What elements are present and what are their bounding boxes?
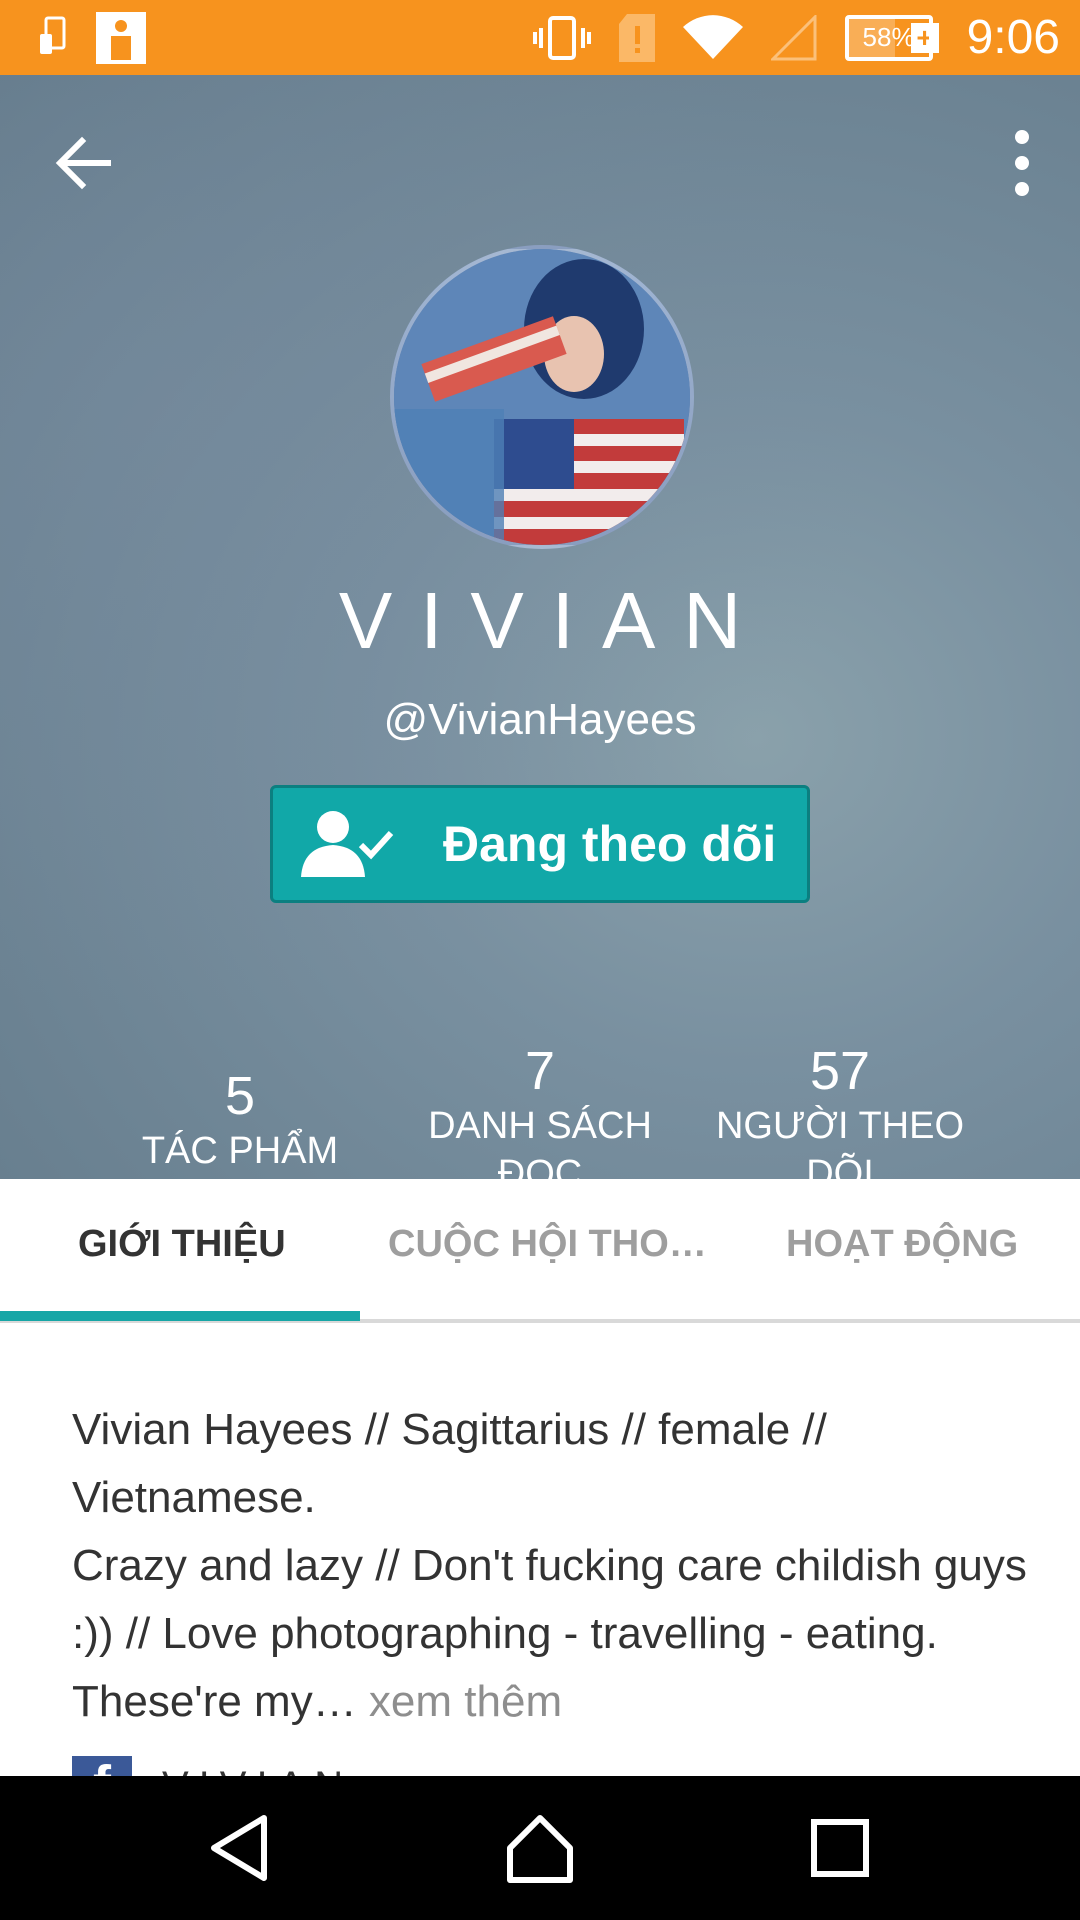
wifi-icon	[682, 14, 743, 59]
battery-indicator: 58%	[844, 14, 933, 61]
back-nav-icon[interactable]	[200, 1808, 280, 1888]
recents-nav-icon[interactable]	[800, 1808, 880, 1888]
stat-works[interactable]: 5 TÁC PHẨM	[120, 1065, 360, 1175]
status-time: 9:06	[966, 11, 1060, 64]
battery-percent: 58%	[862, 22, 915, 52]
stat-reading-lists[interactable]: 7 DANH SÁCH ĐỌC	[410, 1040, 670, 1198]
tab-about[interactable]: GIỚI THIỆU	[78, 1223, 286, 1266]
following-button-label: Đang theo dõi	[443, 816, 777, 872]
arrow-left-icon[interactable]	[48, 127, 120, 199]
stat-works-value: 5	[224, 1066, 256, 1126]
vibrate-icon	[532, 15, 591, 60]
app-notification-icon	[96, 12, 146, 64]
stat-followers-value: 57	[809, 1041, 871, 1101]
cellular-signal-icon	[770, 14, 817, 60]
stat-works-label: TÁC PHẨM	[141, 1130, 339, 1172]
home-nav-icon[interactable]	[500, 1808, 580, 1888]
battery-charging-icon: 58% +	[844, 14, 939, 61]
status-right-icons: 58% + 9:06	[532, 0, 1060, 75]
more-vertical-icon[interactable]	[1004, 125, 1040, 201]
status-bar: 58% + 9:06	[0, 0, 1080, 75]
system-navigation-bar	[0, 1776, 1080, 1920]
profile-stats: 5 TÁC PHẨM 7 DANH SÁCH ĐỌC 57 NGƯỜI THEO…	[0, 955, 1080, 1215]
stat-reading-lists-value: 7	[524, 1041, 556, 1101]
tab-conversations[interactable]: CUỘC HỘI THO…	[388, 1223, 707, 1266]
profile-username: @VivianHayees	[383, 695, 697, 744]
profile-tabs: GIỚI THIỆU CUỘC HỘI THO… HOẠT ĐỘNG	[0, 1179, 1080, 1323]
avatar-image	[394, 249, 690, 545]
profile-display-name: VIVIAN	[338, 576, 770, 665]
tab-activity[interactable]: HOẠT ĐỘNG	[786, 1223, 1018, 1266]
status-left-icons	[38, 12, 146, 64]
bio-line-1: Vivian Hayees // Sagittarius // female /…	[72, 1405, 827, 1522]
see-more-link[interactable]: xem thêm	[357, 1677, 562, 1726]
avatar[interactable]	[390, 245, 694, 549]
following-button[interactable]: Đang theo dõi	[270, 785, 810, 903]
sim-alert-icon	[618, 13, 655, 62]
bio-line-2: Crazy and lazy // Don't fucking care chi…	[72, 1532, 1032, 1736]
active-tab-indicator	[0, 1311, 360, 1321]
profile-header: VIVIAN @VivianHayees Đang theo dõi 5 TÁC…	[0, 75, 1080, 1195]
stat-followers[interactable]: 57 NGƯỜI THEO DÕI	[710, 1040, 970, 1198]
user-check-icon	[301, 811, 394, 877]
profile-bio: Vivian Hayees // Sagittarius // female /…	[72, 1396, 1032, 1736]
phone-transfer-icon	[40, 16, 66, 54]
